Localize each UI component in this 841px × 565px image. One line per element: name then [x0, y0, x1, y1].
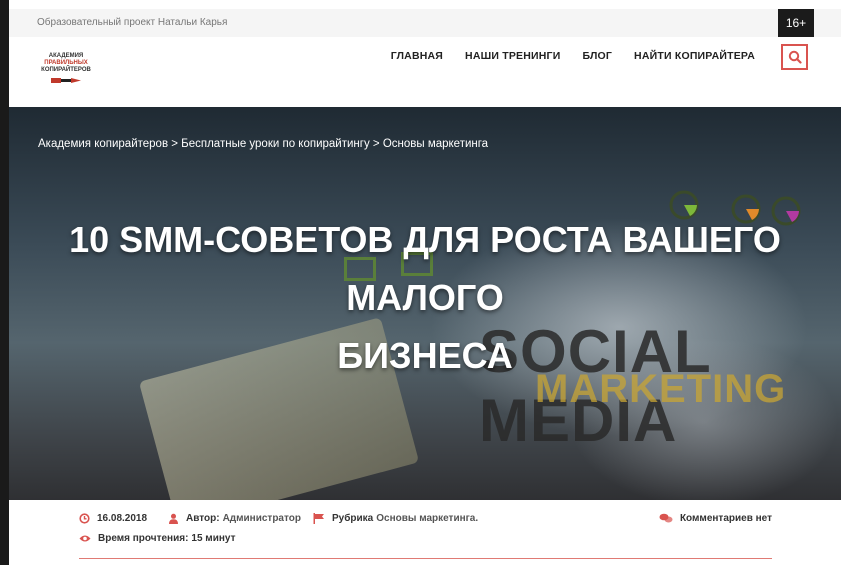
rubric-label: Рубрика	[332, 513, 374, 524]
meta-divider	[79, 558, 772, 559]
page-title: 10 SMM-СОВЕТОВ ДЛЯ РОСТА ВАШЕГО МАЛОГО Б…	[9, 211, 841, 385]
title-line-1: 10 SMM-СОВЕТОВ ДЛЯ РОСТА ВАШЕГО МАЛОГО	[69, 219, 781, 318]
hero-banner: SOCIAL MEDIA MARKETING Академия копирайт…	[9, 107, 841, 500]
logo-line-1: АКАДЕМИЯ	[48, 53, 84, 59]
nav-item-find-copywriter[interactable]: НАЙТИ КОПИРАЙТЕРА	[634, 50, 755, 62]
post-date: 16.08.2018	[79, 513, 147, 524]
site-header: АКАДЕМИЯ ПРАВИЛЬНЫХ КОПИРАЙТЕРОВ ГЛАВНАЯ…	[9, 37, 841, 107]
flag-icon	[313, 513, 324, 524]
search-button[interactable]	[781, 44, 808, 70]
post-comments[interactable]: Комментариев нет	[659, 513, 772, 524]
meta-row-2: Время прочтения: 15 минут	[79, 533, 772, 553]
clock-icon	[79, 513, 90, 524]
post-rubric: Рубрика Основы маркетинга.	[313, 513, 478, 524]
main-nav: ГЛАВНАЯ НАШИ ТРЕНИНГИ БЛОГ НАЙТИ КОПИРАЙ…	[391, 50, 755, 62]
age-rating-badge: 16+	[778, 9, 814, 37]
project-caption: Образовательный проект Натальи Карья	[37, 17, 228, 28]
comments-count: Комментариев нет	[679, 513, 772, 524]
reading-time: Время прочтения: 15 минут	[79, 533, 235, 544]
author-label: Автор:	[186, 513, 220, 524]
meta-row-1: 16.08.2018 Автор: Администратор Рубрика …	[79, 513, 772, 533]
nav-item-blog[interactable]: БЛОГ	[582, 50, 612, 62]
title-line-2: БИЗНЕСА	[337, 335, 513, 376]
reading-label: Время прочтения:	[98, 533, 189, 544]
top-bar: Образовательный проект Натальи Карья 16+	[9, 9, 841, 37]
breadcrumb[interactable]: Академия копирайтеров > Бесплатные уроки…	[38, 138, 488, 150]
post-author: Автор: Администратор	[168, 513, 301, 524]
user-icon	[169, 513, 178, 524]
nav-item-trainings[interactable]: НАШИ ТРЕНИНГИ	[465, 50, 560, 62]
logo-line-2: ПРАВИЛЬНЫХ	[44, 60, 88, 66]
reading-value: 15 минут	[191, 533, 236, 544]
search-icon	[788, 50, 802, 64]
pen-logo-icon	[51, 78, 81, 83]
post-meta: 16.08.2018 Автор: Администратор Рубрика …	[79, 513, 772, 559]
eye-icon	[79, 535, 91, 542]
site-logo[interactable]: АКАДЕМИЯ ПРАВИЛЬНЫХ КОПИРАЙТЕРОВ	[41, 53, 91, 85]
logo-line-3: КОПИРАЙТЕРОВ	[41, 67, 91, 73]
date-value: 16.08.2018	[97, 513, 148, 524]
rubric-link[interactable]: Основы маркетинга.	[376, 513, 478, 524]
nav-item-home[interactable]: ГЛАВНАЯ	[391, 50, 443, 62]
author-name[interactable]: Администратор	[223, 513, 301, 524]
comments-icon	[659, 513, 673, 523]
